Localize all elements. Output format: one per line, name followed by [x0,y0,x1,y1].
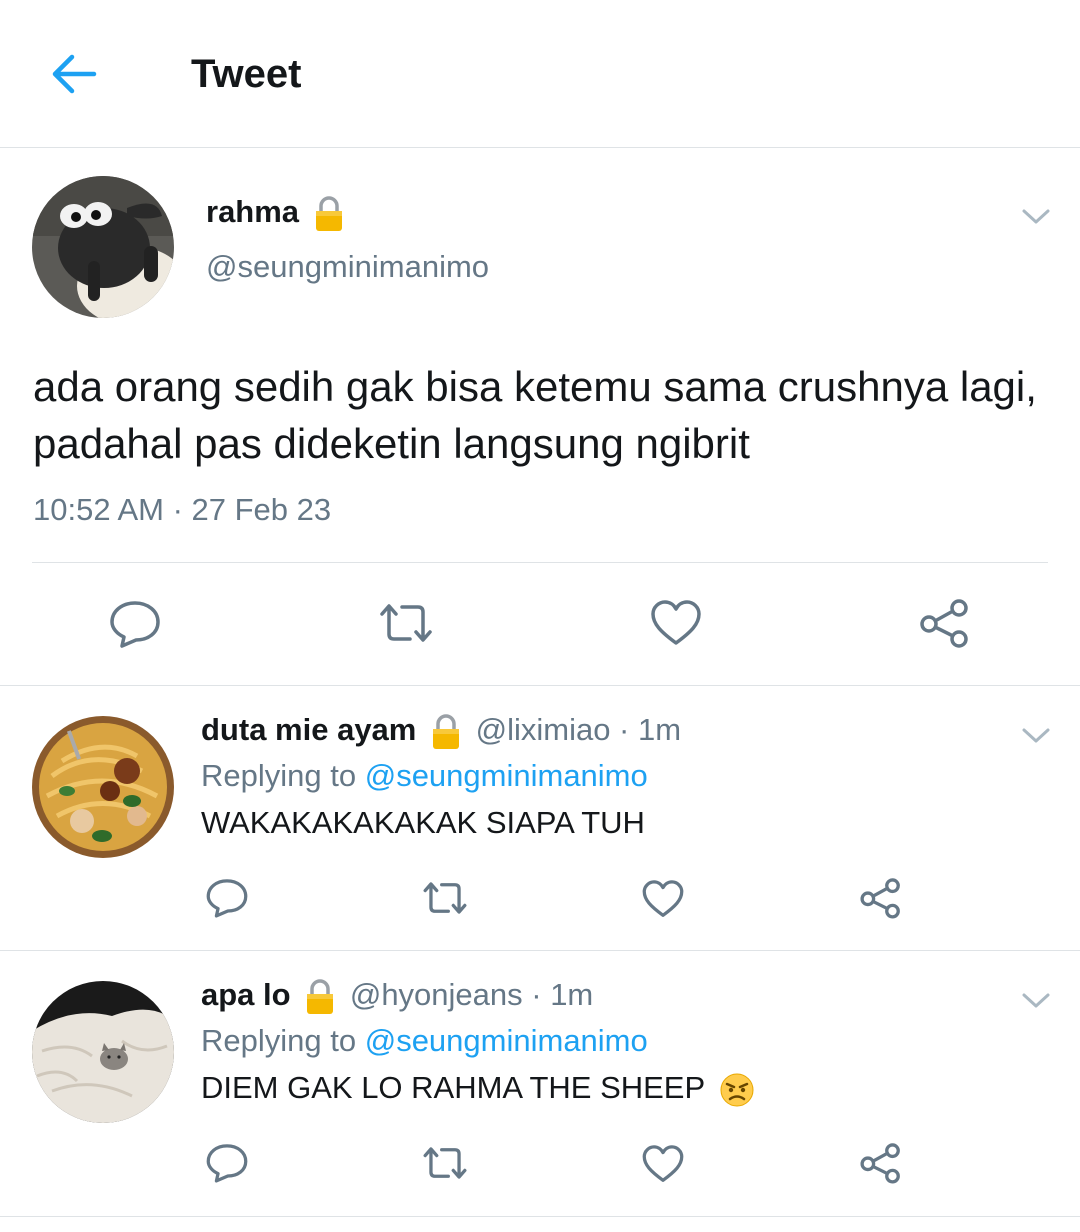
tweet-menu-button[interactable] [1021,726,1051,746]
lock-icon [433,714,459,749]
tweet-text: ada orang sedih gak bisa ketemu sama cru… [33,363,1037,467]
chevron-down-icon [1022,209,1050,224]
reply-text-content: DIEM GAK LO RAHMA THE SHEEP [201,1070,705,1105]
reply-button[interactable] [205,877,249,924]
like-button[interactable] [641,1144,685,1189]
replying-to-label: Replying to [201,758,365,793]
retweet-icon [380,604,432,642]
like-icon [642,1145,684,1182]
retweet-icon [423,882,467,914]
reply-text: WAKAKAKAKAKAK SIAPA TUH [201,805,645,840]
avatar[interactable] [32,176,174,318]
like-button[interactable] [649,599,703,652]
author-handle-time: @liximiao · 1m [475,712,682,747]
reply-icon [110,601,160,648]
reply-tweet[interactable]: apa lo @hyonjeans · 1m Replying to @seun… [0,951,1080,1217]
chevron-down-icon [1022,993,1050,1008]
author-name-text: rahma [206,194,300,229]
tweet-menu-button[interactable] [1021,207,1051,227]
retweet-button[interactable] [420,1144,470,1187]
lock-icon [307,979,334,1014]
avatar-image [32,176,174,318]
reply-tweet[interactable]: duta mie ayam @liximiao · 1m Replying to… [0,686,1080,951]
back-button[interactable] [48,52,98,96]
share-button[interactable] [917,597,973,654]
reply-header: duta mie ayam @liximiao · 1m [201,712,681,751]
replying-to: Replying to @seungminimanimo [201,1023,648,1059]
replying-to-label: Replying to [201,1023,365,1058]
avatar-image [32,716,174,858]
like-icon [642,880,684,917]
reply-text: DIEM GAK LO RAHMA THE SHEEP [201,1070,755,1108]
reply-icon [206,1144,248,1183]
like-button[interactable] [641,879,685,924]
reply-button[interactable] [205,1142,249,1189]
back-arrow-icon [52,54,97,94]
page-title: Tweet [191,52,302,96]
author-name[interactable]: apa lo [201,977,291,1012]
share-icon [860,878,900,919]
avatar[interactable] [32,716,174,858]
avatar-image [32,981,174,1123]
replying-to-mention[interactable]: @seungminimanimo [365,1023,648,1058]
retweet-button[interactable] [420,879,470,922]
author-handle-time: @hyonjeans · 1m [349,977,594,1012]
reply-button[interactable] [108,599,162,654]
tweet-menu-button[interactable] [1021,991,1051,1011]
tweet-timestamp: 10:52 AM · 27 Feb 23 [33,492,332,527]
share-icon [920,599,968,648]
avatar[interactable] [32,981,174,1123]
share-button[interactable] [858,876,904,925]
reply-icon [206,879,248,918]
lock-icon [315,196,342,231]
retweet-icon [423,1147,467,1179]
replying-to: Replying to @seungminimanimo [201,758,648,794]
like-icon [651,600,701,645]
angry-face-icon [720,1073,754,1107]
author-handle[interactable]: @seungminimanimo [206,249,489,285]
replying-to-mention[interactable]: @seungminimanimo [365,758,648,793]
main-tweet: rahma @seungminimanimo ada orang sedih g… [0,148,1080,686]
chevron-down-icon [1022,728,1050,743]
share-button[interactable] [858,1141,904,1190]
author-name[interactable]: rahma [206,194,344,233]
top-app-bar: Tweet [0,0,1080,148]
retweet-button[interactable] [376,600,436,651]
author-name[interactable]: duta mie ayam [201,712,416,747]
reply-header: apa lo @hyonjeans · 1m [201,977,593,1016]
divider [32,562,1048,563]
share-icon [860,1143,900,1184]
